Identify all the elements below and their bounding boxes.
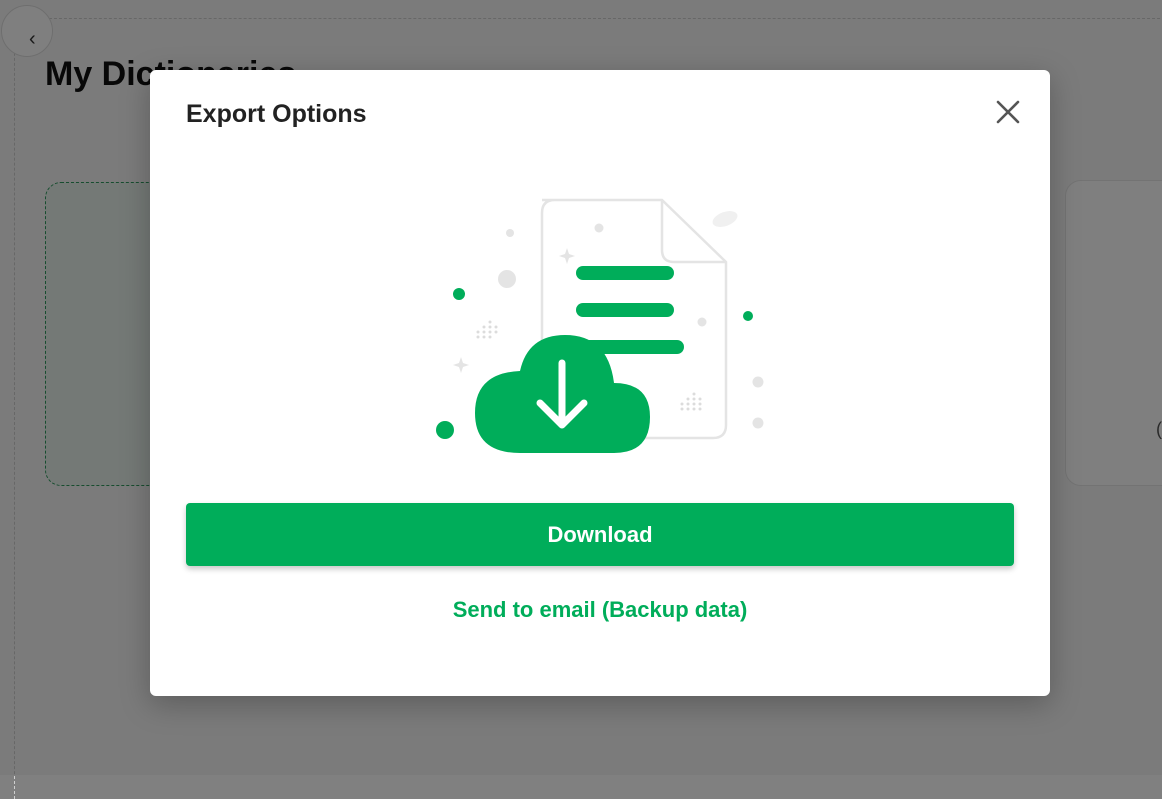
download-button[interactable]: Download <box>186 503 1014 566</box>
close-button[interactable] <box>993 97 1023 127</box>
close-icon <box>996 100 1020 124</box>
dialog-title: Export Options <box>186 100 367 128</box>
cloud-download-document-icon <box>436 198 764 453</box>
send-to-email-link[interactable]: Send to email (Backup data) <box>150 597 1050 623</box>
export-options-dialog: Export Options Download Send to email (B… <box>150 70 1050 696</box>
